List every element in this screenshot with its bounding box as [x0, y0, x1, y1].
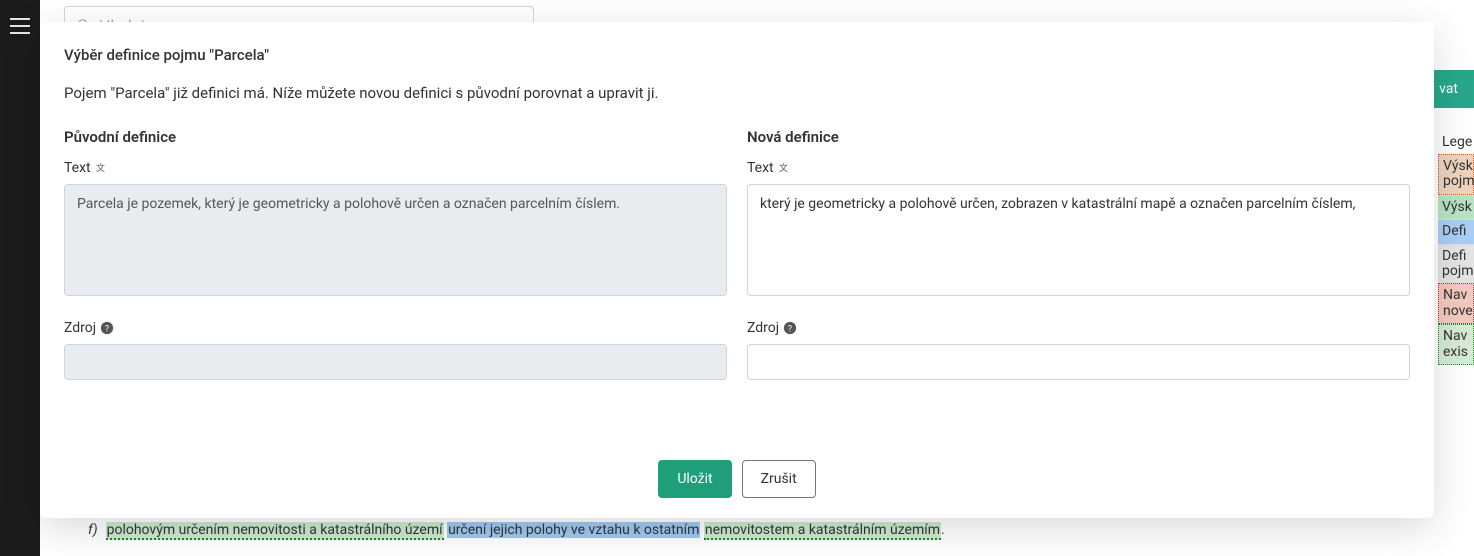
original-heading: Původní definice	[64, 128, 727, 146]
app-sidebar	[0, 0, 40, 556]
text-segment-selected: určení jejich polohy ve vztahu k ostatní…	[447, 522, 700, 538]
svg-text:?: ?	[788, 325, 792, 335]
svg-text:文: 文	[96, 162, 105, 174]
legend-row: Nav nove	[1438, 283, 1474, 324]
menu-icon[interactable]	[10, 18, 30, 34]
modal-description: Pojem "Parcela" již definici má. Níže mů…	[40, 84, 1434, 128]
new-source-input[interactable]	[747, 344, 1410, 380]
original-text-label: Text 文	[64, 160, 727, 176]
original-source-input	[64, 344, 727, 380]
help-icon: ?	[783, 321, 797, 335]
modal-footer: Uložit Zrušit	[40, 420, 1434, 498]
help-icon: ?	[100, 321, 114, 335]
modal-title: Výběr definice pojmu "Parcela"	[40, 46, 1434, 84]
translate-icon: 文	[778, 161, 792, 175]
cancel-button[interactable]: Zrušit	[742, 460, 816, 498]
new-source-label: Zdroj ?	[747, 320, 1410, 336]
text-segment: nemovitostem a katastrálním územím	[704, 522, 941, 540]
legend-row: Nav exis	[1438, 324, 1474, 365]
new-heading: Nová definice	[747, 128, 1410, 146]
legend-header: Lege	[1438, 130, 1474, 154]
save-button[interactable]: Uložit	[658, 460, 731, 498]
original-source-label: Zdroj ?	[64, 320, 727, 336]
legend-panel: Lege Výsk pojm Výsk Defi Defi pojm Nav n…	[1438, 130, 1474, 365]
new-text-textarea[interactable]	[747, 184, 1410, 296]
svg-text:文: 文	[779, 162, 788, 174]
definition-compare-modal: Výběr definice pojmu "Parcela" Pojem "Pa…	[40, 22, 1434, 518]
original-text-textarea	[64, 184, 727, 296]
new-text-label: Text 文	[747, 160, 1410, 176]
legend-row: Výsk pojm	[1438, 154, 1474, 195]
svg-text:?: ?	[105, 325, 109, 335]
translate-icon: 文	[95, 161, 109, 175]
legend-row: Defi pojm	[1438, 244, 1474, 284]
document-text-line: f) polohovým určením nemovitosti a katast…	[88, 522, 945, 538]
text-segment: polohovým určením nemovitosti a katastrá…	[106, 522, 444, 540]
legend-row: Defi	[1438, 219, 1474, 243]
legend-row: Výsk	[1438, 195, 1474, 219]
original-definition-column: Původní definice Text 文 Zdroj ?	[64, 128, 727, 420]
new-definition-column: Nová definice Text 文 Zdroj ?	[747, 128, 1410, 420]
list-marker: f)	[88, 522, 98, 538]
